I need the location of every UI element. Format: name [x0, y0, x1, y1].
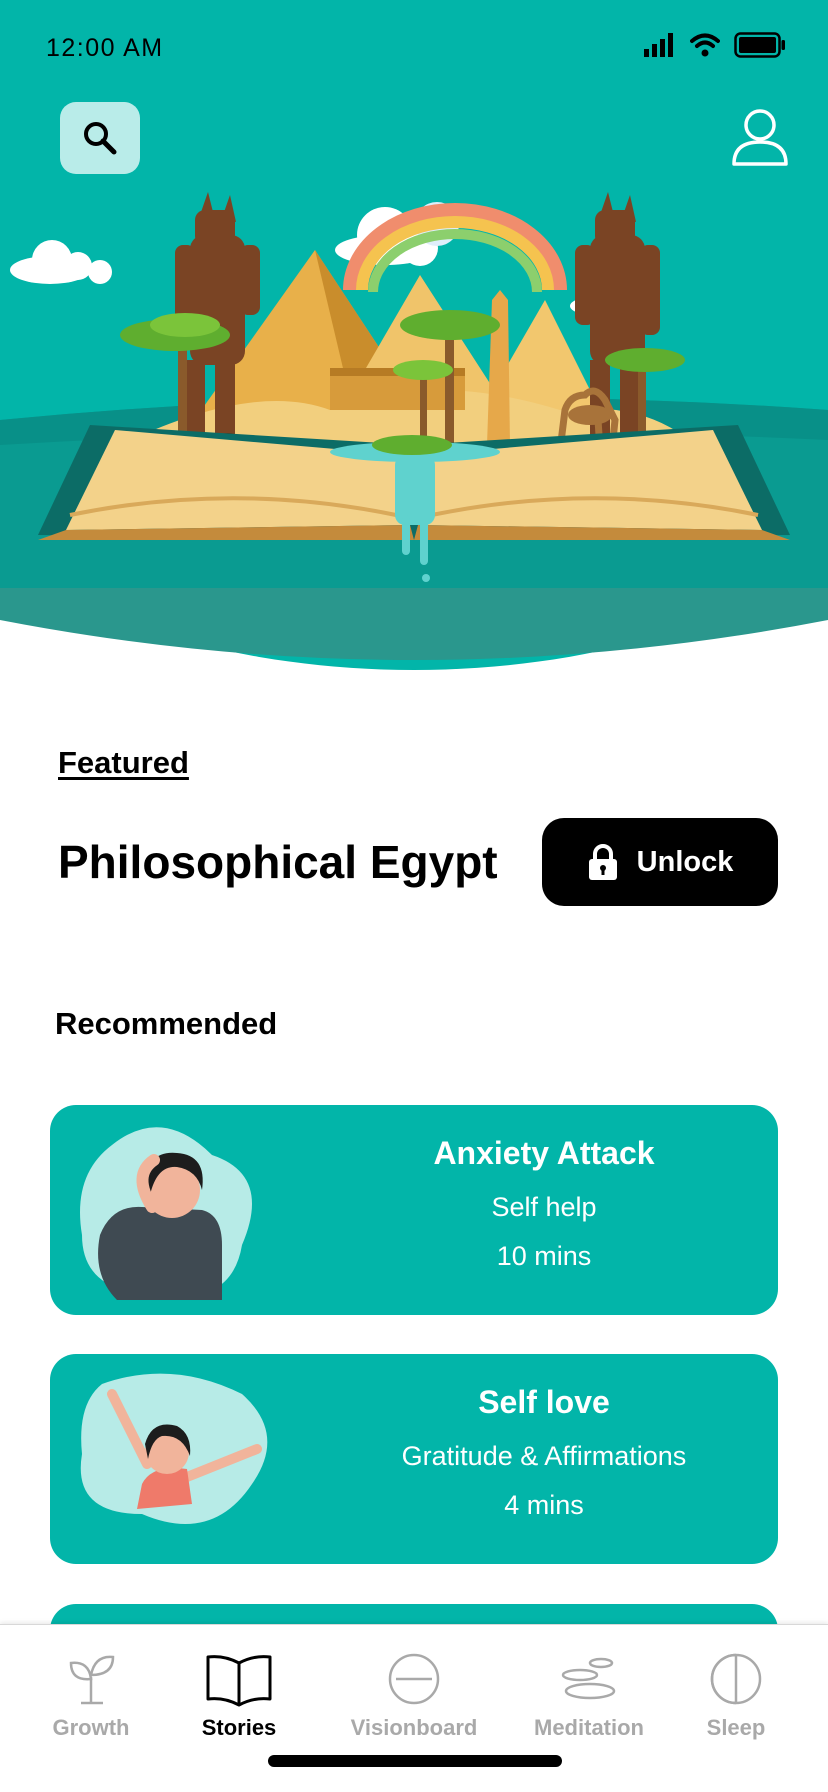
- home-indicator: [268, 1755, 562, 1767]
- tab-label: Stories: [201, 1715, 277, 1740]
- card-text: Self love Gratitude & Affirmations 4 min…: [310, 1384, 778, 1521]
- book-icon: [206, 1655, 272, 1707]
- hero-banner: 12:00 AM: [0, 0, 828, 680]
- search-button[interactable]: [60, 102, 140, 174]
- stretching-woman-illustration: [80, 1373, 268, 1524]
- wifi-icon: [690, 33, 720, 57]
- card-category: Gratitude & Affirmations: [401, 1441, 687, 1471]
- card-text: Anxiety Attack Self help 10 mins: [310, 1135, 778, 1272]
- battery-icon: [734, 32, 785, 58]
- tab-label: Sleep: [706, 1715, 766, 1740]
- tab-meditation[interactable]: Meditation: [514, 1649, 664, 1741]
- tab-growth[interactable]: Growth: [16, 1649, 166, 1741]
- recommended-card-self-love[interactable]: Self love Gratitude & Affirmations 4 min…: [50, 1354, 778, 1564]
- status-bar: 12:00 AM: [0, 0, 828, 100]
- circle-minus-icon: [388, 1653, 440, 1705]
- recommended-card-anxiety[interactable]: Anxiety Attack Self help 10 mins: [50, 1105, 778, 1315]
- card-duration: 4 mins: [504, 1490, 584, 1520]
- tab-sleep[interactable]: Sleep: [661, 1649, 811, 1741]
- tab-label: Meditation: [534, 1715, 644, 1740]
- status-time: 12:00 AM: [46, 34, 164, 62]
- stones-icon: [561, 1657, 616, 1700]
- card-category: Self help: [491, 1192, 597, 1222]
- featured-title: Philosophical Egypt: [58, 836, 498, 888]
- profile-button[interactable]: [730, 108, 790, 168]
- tab-visionboard[interactable]: Visionboard: [339, 1649, 489, 1741]
- status-icons: [644, 32, 786, 58]
- search-icon: [84, 122, 117, 155]
- card-title: Self love: [478, 1384, 610, 1420]
- card-duration: 10 mins: [496, 1241, 592, 1271]
- unlock-button[interactable]: Unlock: [542, 818, 778, 906]
- tab-label: Growth: [52, 1715, 130, 1740]
- half-moon-icon: [710, 1653, 762, 1705]
- unlock-label: Unlock: [636, 845, 734, 878]
- featured-label: Featured: [58, 745, 189, 780]
- card-title: Anxiety Attack: [433, 1135, 655, 1171]
- cellular-signal-icon: [644, 33, 673, 57]
- tab-stories[interactable]: Stories: [164, 1649, 314, 1741]
- tab-label: Visionboard: [350, 1715, 478, 1740]
- sprout-icon: [69, 1655, 115, 1705]
- anxious-woman-illustration: [80, 1127, 252, 1300]
- recommended-label: Recommended: [55, 1006, 278, 1041]
- user-icon: [732, 109, 788, 166]
- lock-icon: [588, 844, 617, 880]
